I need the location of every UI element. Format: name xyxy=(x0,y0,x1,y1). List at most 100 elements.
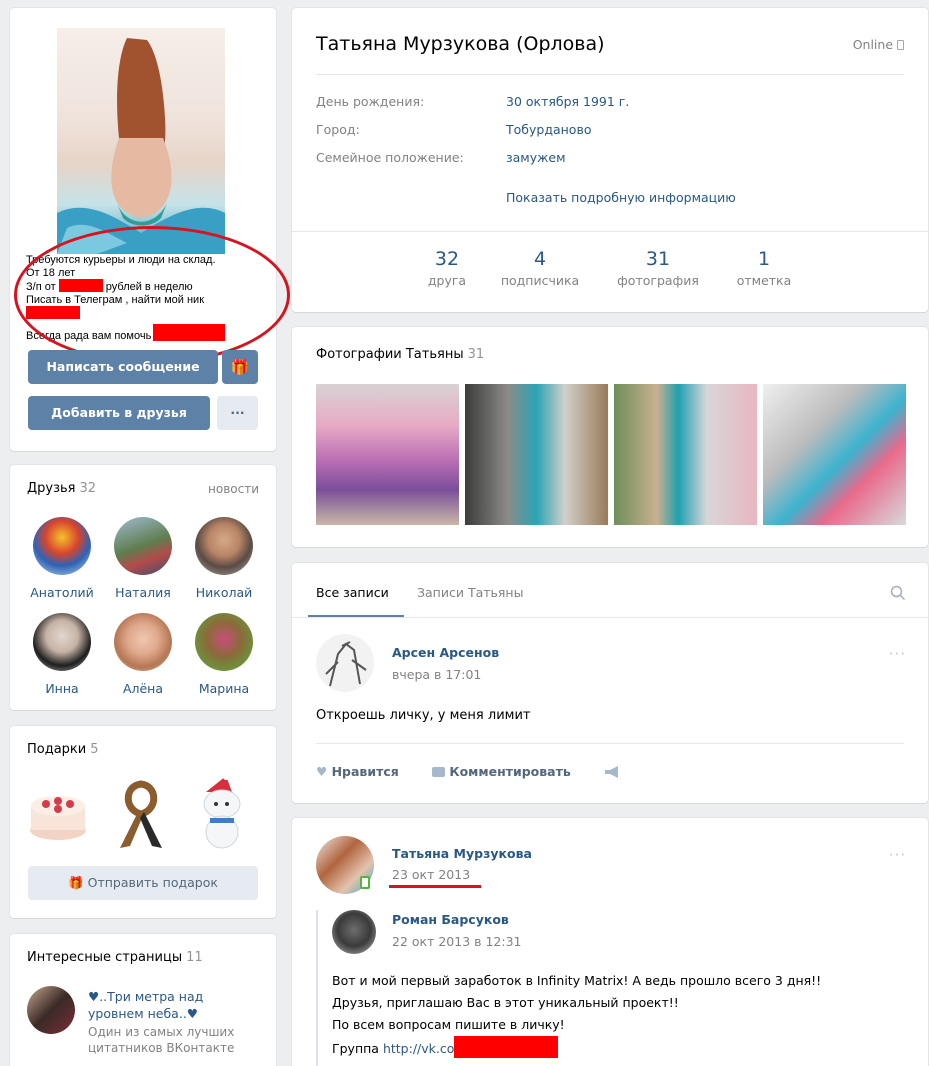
counter-label: подписчика xyxy=(500,273,580,288)
annotation-underline xyxy=(389,885,481,888)
divider xyxy=(316,743,904,744)
info-value[interactable]: Тобурданово xyxy=(506,122,591,137)
repost-text-line: Вот и мой первый заработок в Infinity Ma… xyxy=(332,973,822,988)
friends-news-link[interactable]: новости xyxy=(208,482,259,496)
friend-name: Анатолий xyxy=(30,585,94,600)
photo-thumbnail[interactable] xyxy=(614,384,757,525)
counter-num: 32 xyxy=(434,248,460,270)
redaction-box xyxy=(454,1036,559,1058)
post-menu-icon[interactable]: ··· xyxy=(889,645,906,663)
divider xyxy=(292,231,928,232)
tab-own-posts[interactable]: Записи Татьяны xyxy=(417,585,523,600)
photos-title[interactable]: Фотографии Татьяны 31 xyxy=(316,347,484,362)
info-row-relationship: Семейное положение: замужем xyxy=(316,150,566,165)
counter-label: фотография xyxy=(617,273,699,288)
mobile-icon xyxy=(360,876,370,889)
repost-time[interactable]: 22 окт 2013 в 12:31 xyxy=(392,934,521,949)
photo-thumbnail[interactable] xyxy=(763,384,906,525)
interesting-title[interactable]: Интересные страницы 11 xyxy=(27,950,203,965)
avatar[interactable] xyxy=(27,986,75,1034)
counter-label: друга xyxy=(427,273,467,288)
friend-item[interactable]: Инна xyxy=(20,613,104,696)
tab-all-posts[interactable]: Все записи xyxy=(316,585,389,600)
photo-thumbnail[interactable] xyxy=(465,384,608,525)
share-icon[interactable] xyxy=(604,765,622,779)
annotation-oval xyxy=(14,226,290,364)
show-more-info-link[interactable]: Показать подробную информацию xyxy=(506,190,736,205)
repost-group-line: Группа http://vk.co xyxy=(332,1036,821,1060)
like-button[interactable]: ♥ Нравится xyxy=(316,764,399,779)
comment-icon xyxy=(432,767,445,777)
heart-icon: ♥ xyxy=(316,764,328,779)
counter-num: 31 xyxy=(645,248,671,270)
gifts-title[interactable]: Подарки 5 xyxy=(27,742,99,757)
photo-thumbnail[interactable] xyxy=(316,384,459,525)
repost-text-line: Друзья, приглашаю Вас в этот уникальный … xyxy=(332,995,679,1010)
interesting-title-label: Интересные страницы xyxy=(27,950,183,965)
counter-photos[interactable]: 31 фотография xyxy=(610,248,706,288)
avatar[interactable] xyxy=(316,634,374,692)
gifts-card: Подарки 5 🎁 Отправить подарок xyxy=(10,726,276,918)
friends-title-label: Друзья xyxy=(27,481,76,496)
friend-name: Инна xyxy=(45,681,79,696)
friend-item[interactable]: Марина xyxy=(182,613,266,696)
photos-title-label: Фотографии Татьяны xyxy=(316,347,464,362)
add-friend-button[interactable]: Добавить в друзья xyxy=(28,396,210,430)
search-icon[interactable] xyxy=(890,585,906,601)
post-date[interactable]: 23 окт 2013 xyxy=(392,867,470,882)
post-author[interactable]: Татьяна Мурзукова xyxy=(392,846,532,861)
post-menu-icon[interactable]: ··· xyxy=(889,846,906,864)
photos-card: Фотографии Татьяны 31 xyxy=(292,327,928,547)
more-actions-button[interactable]: ··· xyxy=(217,396,258,430)
counter-tags[interactable]: 1 отметка xyxy=(726,248,802,288)
friend-name: Алёна xyxy=(122,681,164,696)
like-label: Нравится xyxy=(331,764,399,779)
friends-title[interactable]: Друзья 32 xyxy=(27,481,96,496)
avatar xyxy=(114,517,172,575)
counter-num: 4 xyxy=(533,248,547,270)
friend-item[interactable]: Наталия xyxy=(101,517,185,600)
gift-icon: 🎁 xyxy=(68,875,88,890)
send-gift-button[interactable]: 🎁 Отправить подарок xyxy=(28,866,258,900)
profile-card: Татьяна Мурзукова (Орлова) Online День р… xyxy=(292,8,928,312)
friend-name: Наталия xyxy=(115,585,171,600)
avatar xyxy=(114,613,172,671)
info-label: Город: xyxy=(316,122,360,137)
gifts-title-label: Подарки xyxy=(27,742,87,757)
comment-button[interactable]: Комментировать xyxy=(432,764,571,779)
post-time[interactable]: вчера в 17:01 xyxy=(392,667,481,682)
divider xyxy=(292,617,928,618)
gift-icon[interactable]: 🎁 xyxy=(222,350,258,384)
info-value[interactable]: 30 октября 1991 г. xyxy=(506,94,629,109)
group-link[interactable]: http://vk.co xyxy=(383,1041,454,1056)
counter-followers[interactable]: 4 подписчика xyxy=(492,248,588,288)
dog-gift-icon[interactable] xyxy=(192,774,256,850)
divider xyxy=(316,74,904,75)
online-status-text: Online xyxy=(852,37,894,52)
friend-name: Марина xyxy=(198,681,250,696)
info-row-birthday: День рождения: 30 октября 1991 г. xyxy=(316,94,629,109)
avatar[interactable] xyxy=(332,910,376,954)
info-row-city: Город: Тобурданово xyxy=(316,122,591,137)
profile-photo[interactable] xyxy=(57,28,225,254)
online-status: Online xyxy=(853,37,904,52)
friends-card: Друзья 32 новости Анатолий Наталия Никола… xyxy=(10,465,276,710)
repost-bar xyxy=(316,910,318,1066)
friend-item[interactable]: Алёна xyxy=(101,613,185,696)
comment-label: Комментировать xyxy=(449,764,571,779)
cake-gift-icon[interactable] xyxy=(28,778,88,848)
repost-author[interactable]: Роман Барсуков xyxy=(392,912,509,927)
friend-item[interactable]: Анатолий xyxy=(20,517,104,600)
counter-num: 1 xyxy=(757,248,771,270)
avatar xyxy=(195,613,253,671)
send-message-button[interactable]: Написать сообщение xyxy=(28,350,218,384)
post-card: Татьяна Мурзукова 23 окт 2013 ··· Роман … xyxy=(292,818,928,1066)
counter-friends[interactable]: 32 друга xyxy=(412,248,482,288)
friend-item[interactable]: Николай xyxy=(182,517,266,600)
gifts-count: 5 xyxy=(90,742,99,757)
interesting-page-name[interactable]: ♥..Три метра над уровнем неба..♥ xyxy=(88,988,238,1022)
post-author[interactable]: Арсен Арсенов xyxy=(392,645,499,660)
repost-text-line: По всем вопросам пишите в личку! xyxy=(332,1017,565,1032)
info-value[interactable]: замужем xyxy=(506,150,566,165)
ribbon-gift-icon[interactable] xyxy=(114,776,168,852)
